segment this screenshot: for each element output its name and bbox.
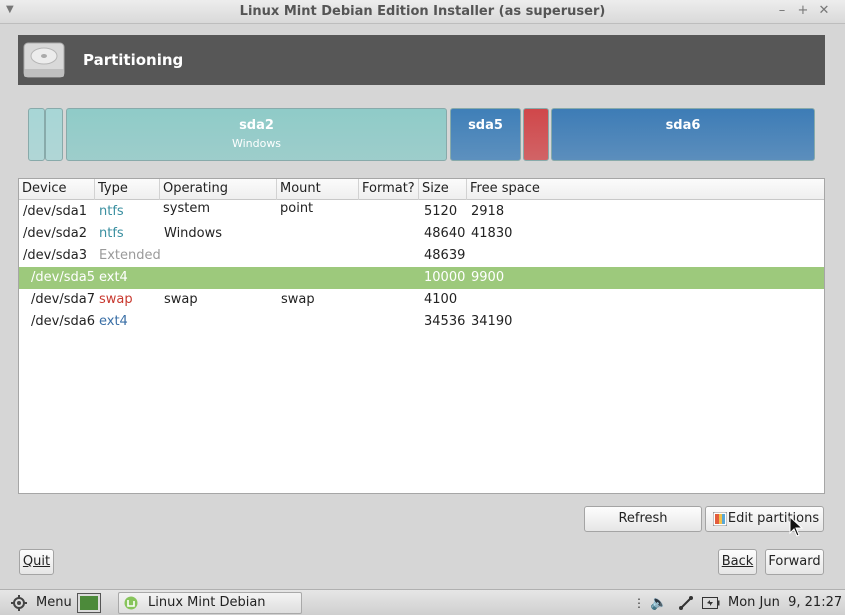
page-header: Partitioning (18, 35, 825, 85)
cell-type: ext4 (99, 270, 128, 285)
back-label: Back (721, 554, 754, 569)
column-header-os[interactable]: Operating system (160, 179, 277, 216)
gparted-icon (713, 512, 727, 526)
column-header-format[interactable]: Format? (359, 179, 419, 200)
mouse-cursor-icon (789, 516, 804, 537)
volume-icon[interactable]: 🔈 (650, 590, 667, 615)
cell-free: 41830 (471, 226, 513, 241)
column-header-mount[interactable]: Mount point (277, 179, 359, 216)
cell-type: ntfs (99, 204, 124, 219)
table-row[interactable]: /dev/sda7 swap swap swap 4100 (19, 289, 824, 311)
cell-free: 9900 (471, 270, 505, 285)
forward-label: Forward (768, 554, 821, 569)
edit-partitions-button[interactable]: Edit partitions (705, 506, 824, 532)
show-desktop-icon[interactable] (77, 593, 101, 613)
cell-size: 4100 (424, 292, 458, 307)
maximize-button[interactable]: + (795, 3, 811, 19)
table-row[interactable]: /dev/sda3 Extended 48639 (19, 245, 824, 267)
table-row[interactable]: /dev/sda6 ext4 34536 34190 (19, 311, 824, 333)
close-button[interactable]: ✕ (816, 3, 832, 19)
menu-gear-icon[interactable] (11, 595, 27, 611)
cell-type: Extended (99, 248, 161, 263)
table-row[interactable]: /dev/sda5 ext4 10000 9900 (19, 267, 824, 289)
cell-device: /dev/sda3 (23, 248, 87, 263)
cell-type: ext4 (99, 314, 128, 329)
taskbar: Menu Linux Mint Debian Edi... ⋮ 🔈 Mon Ju… (0, 589, 845, 615)
column-header-free[interactable]: Free space (467, 179, 824, 200)
installer-window: Partitioning sda2 Windows sda5 sda6 Devi… (0, 24, 845, 589)
partition-segment-sda1-used[interactable] (45, 108, 63, 161)
partition-segment-label: sda6 (665, 118, 701, 133)
cell-mount: swap (281, 292, 315, 307)
partition-segment-label: sda5 (468, 118, 503, 133)
mint-logo-icon (124, 596, 138, 610)
table-row[interactable]: /dev/sda1 ntfs 5120 2918 (19, 201, 824, 223)
partition-table: Device Type Operating system Mount point… (18, 178, 825, 494)
refresh-button[interactable]: Refresh (584, 506, 702, 532)
minimize-button[interactable]: – (774, 3, 790, 19)
cell-device: /dev/sda5 (31, 270, 95, 285)
column-header-device[interactable]: Device (19, 179, 95, 200)
hard-disk-icon (23, 42, 65, 78)
column-header-size[interactable]: Size (419, 179, 467, 200)
menu-button[interactable]: Menu (36, 590, 72, 615)
battery-icon[interactable] (702, 596, 720, 610)
cell-size: 10000 (424, 270, 466, 285)
partition-segment-sda2[interactable]: sda2 Windows (66, 108, 447, 161)
quit-label: Quit (22, 554, 51, 569)
cell-device: /dev/sda1 (23, 204, 87, 219)
forward-button[interactable]: Forward (765, 549, 824, 575)
partition-segment-sda7[interactable] (523, 108, 549, 161)
cell-device: /dev/sda6 (31, 314, 95, 329)
cell-free: 34190 (471, 314, 513, 329)
page-title: Partitioning (83, 51, 184, 69)
network-icon[interactable] (677, 594, 695, 612)
cell-type: ntfs (99, 226, 124, 241)
cell-size: 34536 (424, 314, 466, 329)
table-row[interactable]: /dev/sda2 ntfs Windows 48640 41830 (19, 223, 824, 245)
cell-device: /dev/sda7 (31, 292, 95, 307)
cell-size: 48639 (424, 248, 466, 263)
table-header: Device Type Operating system Mount point… (19, 179, 824, 216)
cell-device: /dev/sda2 (23, 226, 87, 241)
partition-segment-os: Windows (231, 137, 282, 150)
cell-size: 5120 (424, 204, 458, 219)
partition-segment-sda5[interactable]: sda5 (450, 108, 521, 161)
partition-segment-sda6[interactable]: sda6 (551, 108, 815, 161)
window-title: Linux Mint Debian Edition Installer (as … (239, 4, 606, 19)
column-header-type[interactable]: Type (95, 179, 160, 200)
cell-size: 48640 (424, 226, 466, 241)
workspace-icon[interactable]: ⋮ (633, 590, 645, 615)
quit-button[interactable]: Quit (19, 549, 54, 575)
refresh-label: Refresh (618, 511, 668, 526)
cell-free: 2918 (471, 204, 505, 219)
taskbar-window-title: Linux Mint Debian Edi... (148, 595, 266, 610)
taskbar-window-button[interactable]: Linux Mint Debian Edi... (118, 592, 302, 614)
cell-os: Windows (164, 226, 223, 241)
cell-type: swap (99, 292, 133, 307)
clock[interactable]: Mon Jun 9, 21:27 (728, 590, 842, 615)
back-button[interactable]: Back (718, 549, 757, 575)
partition-segment-label: sda2 (239, 118, 274, 133)
window-titlebar: ▼ Linux Mint Debian Edition Installer (a… (0, 0, 845, 24)
cell-os: swap (164, 292, 198, 307)
partition-segment-sda1[interactable] (28, 108, 45, 161)
